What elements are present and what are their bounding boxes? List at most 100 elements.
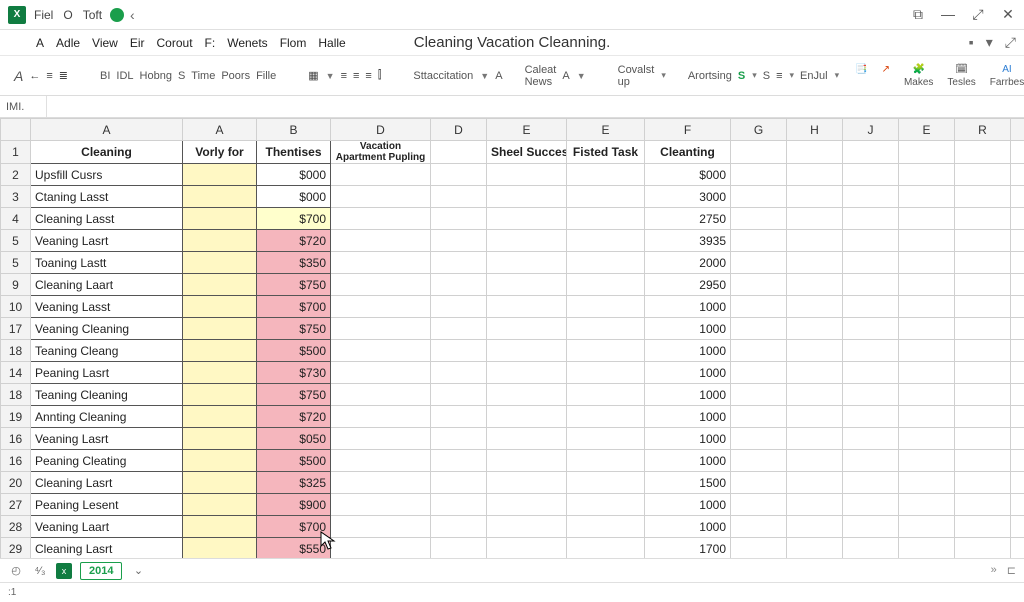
cell[interactable] — [787, 340, 843, 362]
cell[interactable] — [731, 428, 787, 450]
chart-icon[interactable]: ⫿ — [378, 69, 382, 82]
row-header[interactable]: 17 — [1, 318, 31, 340]
cell[interactable] — [487, 516, 567, 538]
row-header[interactable]: 5 — [1, 230, 31, 252]
expand-icon[interactable]: ⤢ — [1005, 34, 1016, 51]
cell[interactable]: Peaning Lasrt — [31, 362, 183, 384]
col-header[interactable]: A — [183, 119, 257, 141]
cell[interactable] — [331, 384, 431, 406]
cell[interactable]: 1000 — [645, 406, 731, 428]
cell[interactable] — [787, 538, 843, 559]
cell[interactable] — [787, 318, 843, 340]
row-header[interactable]: 19 — [1, 406, 31, 428]
scroll-track[interactable]: ⊏ — [1007, 564, 1016, 577]
cell[interactable]: $730 — [257, 362, 331, 384]
cell[interactable]: Veaning Lasrt — [31, 428, 183, 450]
cell[interactable] — [899, 450, 955, 472]
cell[interactable] — [331, 296, 431, 318]
cell[interactable] — [567, 494, 645, 516]
cell[interactable] — [1011, 340, 1024, 362]
cell[interactable] — [487, 208, 567, 230]
ribbon-button-farrbes[interactable]: AIFarrbes — [990, 64, 1024, 88]
ribbon-button[interactable]: ↗ — [882, 64, 890, 75]
row-header[interactable]: 18 — [1, 384, 31, 406]
cell[interactable]: Teaning Cleang — [31, 340, 183, 362]
col-header[interactable]: R — [955, 119, 1011, 141]
cell[interactable] — [487, 340, 567, 362]
window-close-icon[interactable]: ✕ — [1000, 6, 1016, 23]
cell[interactable] — [1011, 164, 1024, 186]
cell[interactable] — [567, 340, 645, 362]
cell[interactable]: Ctaning Lasst — [31, 186, 183, 208]
cell[interactable] — [1011, 252, 1024, 274]
cell[interactable] — [567, 186, 645, 208]
cell[interactable] — [1011, 274, 1024, 296]
cell[interactable]: Veaning Cleaning — [31, 318, 183, 340]
row-header[interactable]: 27 — [1, 494, 31, 516]
cell[interactable] — [183, 450, 257, 472]
cell[interactable] — [431, 252, 487, 274]
cell[interactable] — [331, 252, 431, 274]
back-icon[interactable]: ‹ — [130, 7, 135, 23]
cell[interactable] — [955, 406, 1011, 428]
cell[interactable]: Peaning Cleating — [31, 450, 183, 472]
cell[interactable] — [955, 252, 1011, 274]
cell[interactable] — [899, 186, 955, 208]
cell[interactable]: $700 — [257, 296, 331, 318]
scroll-right-icon[interactable]: » — [991, 564, 997, 577]
cell[interactable] — [331, 340, 431, 362]
cell[interactable] — [843, 362, 899, 384]
cell[interactable] — [843, 494, 899, 516]
cell[interactable] — [899, 252, 955, 274]
cell[interactable] — [955, 362, 1011, 384]
cell[interactable] — [183, 318, 257, 340]
cell[interactable] — [787, 472, 843, 494]
cell[interactable]: Cleaning Lasst — [31, 208, 183, 230]
col-header[interactable]: D — [331, 119, 431, 141]
sheet-excel-icon[interactable]: x — [56, 563, 72, 579]
cell[interactable] — [487, 230, 567, 252]
cell[interactable] — [843, 318, 899, 340]
cell[interactable] — [731, 208, 787, 230]
chevron-down-icon[interactable]: ▼ — [326, 71, 335, 81]
cell[interactable] — [843, 296, 899, 318]
cell[interactable] — [331, 274, 431, 296]
cell[interactable] — [899, 362, 955, 384]
cell[interactable] — [843, 340, 899, 362]
cell[interactable]: 2000 — [645, 252, 731, 274]
cell[interactable] — [955, 538, 1011, 559]
cell[interactable] — [567, 252, 645, 274]
cell[interactable] — [183, 428, 257, 450]
cell[interactable] — [899, 230, 955, 252]
cell[interactable] — [731, 296, 787, 318]
ribbon-btn[interactable]: Poors — [221, 70, 250, 82]
cell[interactable]: Cleaning Lasrt — [31, 472, 183, 494]
col-header[interactable]: D — [431, 119, 487, 141]
align-icon[interactable]: ≡ — [46, 70, 52, 82]
cell[interactable] — [183, 472, 257, 494]
cell[interactable] — [1011, 516, 1024, 538]
cell[interactable] — [731, 340, 787, 362]
cell[interactable] — [731, 516, 787, 538]
cell[interactable] — [431, 296, 487, 318]
cell[interactable] — [955, 494, 1011, 516]
cell[interactable] — [431, 538, 487, 559]
title-menu-item[interactable]: Toft — [83, 8, 102, 22]
cell[interactable]: $000 — [257, 186, 331, 208]
cell[interactable] — [331, 230, 431, 252]
cell[interactable] — [183, 384, 257, 406]
align-center-icon[interactable]: ≡ — [353, 70, 359, 82]
menu-item[interactable]: Corout — [157, 36, 193, 50]
cell[interactable] — [787, 362, 843, 384]
ribbon-dropdown[interactable]: Covalst up — [618, 64, 655, 88]
cell[interactable]: 3000 — [645, 186, 731, 208]
cell[interactable] — [955, 274, 1011, 296]
col-header[interactable]: E — [487, 119, 567, 141]
col-header[interactable]: A — [31, 119, 183, 141]
cell[interactable] — [331, 362, 431, 384]
col-header[interactable]: E — [899, 119, 955, 141]
ribbon-btn[interactable]: S — [763, 70, 770, 82]
ribbon-btn[interactable]: S — [738, 70, 745, 82]
cell[interactable]: $350 — [257, 252, 331, 274]
cell[interactable] — [183, 274, 257, 296]
